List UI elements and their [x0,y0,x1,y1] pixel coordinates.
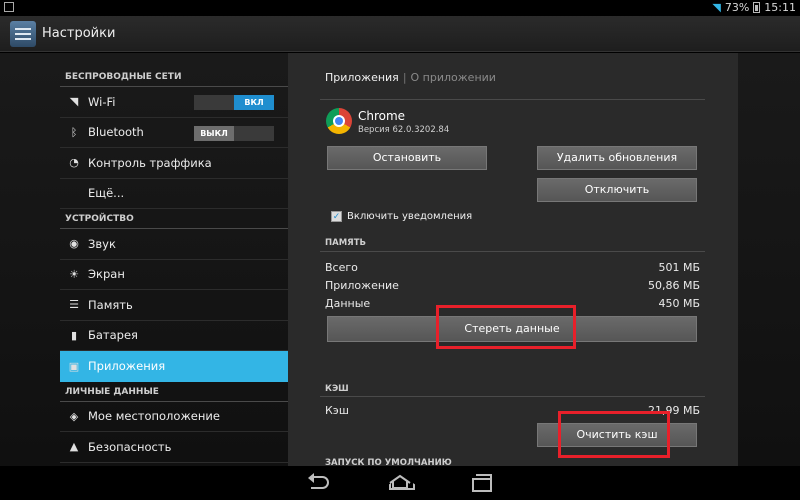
sidebar-item-sound[interactable]: ◉ Звук [60,229,288,260]
memory-row-total: Всего 501 МБ [325,261,700,274]
notifications-label: Включить уведомления [347,211,473,222]
action-bar: Настройки [0,16,800,52]
sidebar-item-label: Батарея [88,328,138,343]
notifications-checkbox[interactable]: ✓ [331,211,342,222]
sidebar-item-battery[interactable]: ▮ Батарея [60,321,288,351]
clear-cache-highlight [558,411,670,458]
location-icon: ◈ [69,409,79,423]
battery-percent: 73% [724,1,750,14]
settings-app-icon[interactable] [10,20,36,47]
section-header-wireless: БЕСПРОВОДНЫЕ СЕТИ [60,67,288,87]
sidebar-item-security[interactable]: ▲ Безопасность [60,432,288,463]
breadcrumb: Приложения | О приложении [325,71,496,84]
status-bar: ◥ 73% 15:11 [0,0,800,16]
main-area: БЕСПРОВОДНЫЕ СЕТИ ◥ Wi-Fi ВКЛ ᛒ Bluetoot… [0,53,800,468]
app-name: Chrome [358,109,406,123]
force-stop-button[interactable]: Остановить [327,146,487,170]
sidebar-item-label: Звук [88,236,116,251]
divider [320,99,705,100]
storage-icon: ☰ [69,298,79,312]
sidebar-item-label: Мое местоположение [88,409,220,424]
sidebar-item-storage[interactable]: ☰ Память [60,290,288,321]
sidebar-item-label: Wi-Fi [88,94,116,109]
battery-icon [753,2,761,13]
settings-sidebar: БЕСПРОВОДНЫЕ СЕТИ ◥ Wi-Fi ВКЛ ᛒ Bluetoot… [60,67,288,466]
chrome-icon [326,108,352,134]
notifications-setting[interactable]: ✓ Включить уведомления [331,211,472,222]
row-label: Данные [325,297,371,310]
sidebar-item-apps[interactable]: ▣ Приложения [60,351,288,382]
disable-button[interactable]: Отключить [537,178,697,202]
row-label: Всего [325,261,358,274]
divider [320,396,705,397]
sidebar-item-label: Контроль траффика [88,155,212,170]
clear-data-highlight [436,305,576,349]
app-version: Версия 62.0.3202.84 [358,125,450,135]
sidebar-item-traffic[interactable]: ◔ Контроль траффика [60,148,288,179]
memory-header: ПАМЯТЬ [325,238,366,248]
clock: 15:11 [764,1,796,14]
sidebar-item-wifi[interactable]: ◥ Wi-Fi ВКЛ [60,87,288,118]
home-icon[interactable] [388,474,412,490]
sidebar-item-label: Память [88,297,133,312]
cache-header: КЭШ [325,384,349,394]
sidebar-item-label: Экран [88,267,125,282]
sidebar-item-more[interactable]: Ещё... [60,179,288,209]
traffic-icon: ◔ [69,156,79,170]
row-label: Кэш [325,404,349,417]
sidebar-item-location[interactable]: ◈ Мое местоположение [60,402,288,432]
display-icon: ☀ [69,267,79,281]
apps-icon: ▣ [68,359,80,373]
bluetooth-toggle[interactable]: ВЫКЛ [194,125,274,141]
sound-icon: ◉ [69,237,79,251]
status-indicators: ◥ 73% 15:11 [712,1,796,14]
sidebar-item-display[interactable]: ☀ Экран [60,260,288,290]
action-bar-title: Настройки [42,26,116,41]
recent-apps-icon[interactable] [468,474,492,492]
sidebar-item-bluetooth[interactable]: ᛒ Bluetooth ВЫКЛ [60,118,288,148]
row-value: 450 МБ [658,297,700,310]
row-value: 501 МБ [658,261,700,274]
lock-icon: ▲ [69,440,79,454]
memory-row-app: Приложение 50,86 МБ [325,279,700,292]
sidebar-item-label: Приложения [88,359,166,374]
back-icon[interactable] [308,473,332,490]
toggle-state: ВКЛ [234,95,274,110]
row-value: 50,86 МБ [647,279,700,292]
wifi-toggle[interactable]: ВКЛ [194,95,274,110]
uninstall-updates-button[interactable]: Удалить обновления [537,146,697,170]
section-header-device: УСТРОЙСТВО [60,209,288,229]
bluetooth-icon: ᛒ [70,125,78,139]
divider [320,251,705,252]
sidebar-item-label: Bluetooth [88,125,144,140]
sidebar-item-label: Безопасность [88,439,172,454]
navigation-bar [0,466,800,500]
row-label: Приложение [325,279,399,292]
gallery-notification-icon [4,2,14,12]
breadcrumb-app-info: О приложении [410,71,496,84]
wifi-icon: ◥ [69,95,79,109]
battery-icon: ▮ [70,328,78,342]
section-header-personal: ЛИЧНЫЕ ДАННЫЕ [60,382,288,402]
breadcrumb-apps[interactable]: Приложения [325,71,399,84]
sidebar-item-label: Ещё... [88,186,125,201]
toggle-state: ВЫКЛ [194,125,234,141]
app-info-panel: Приложения | О приложении Chrome Версия 62… [288,53,738,468]
wifi-signal-icon: ◥ [712,1,721,14]
